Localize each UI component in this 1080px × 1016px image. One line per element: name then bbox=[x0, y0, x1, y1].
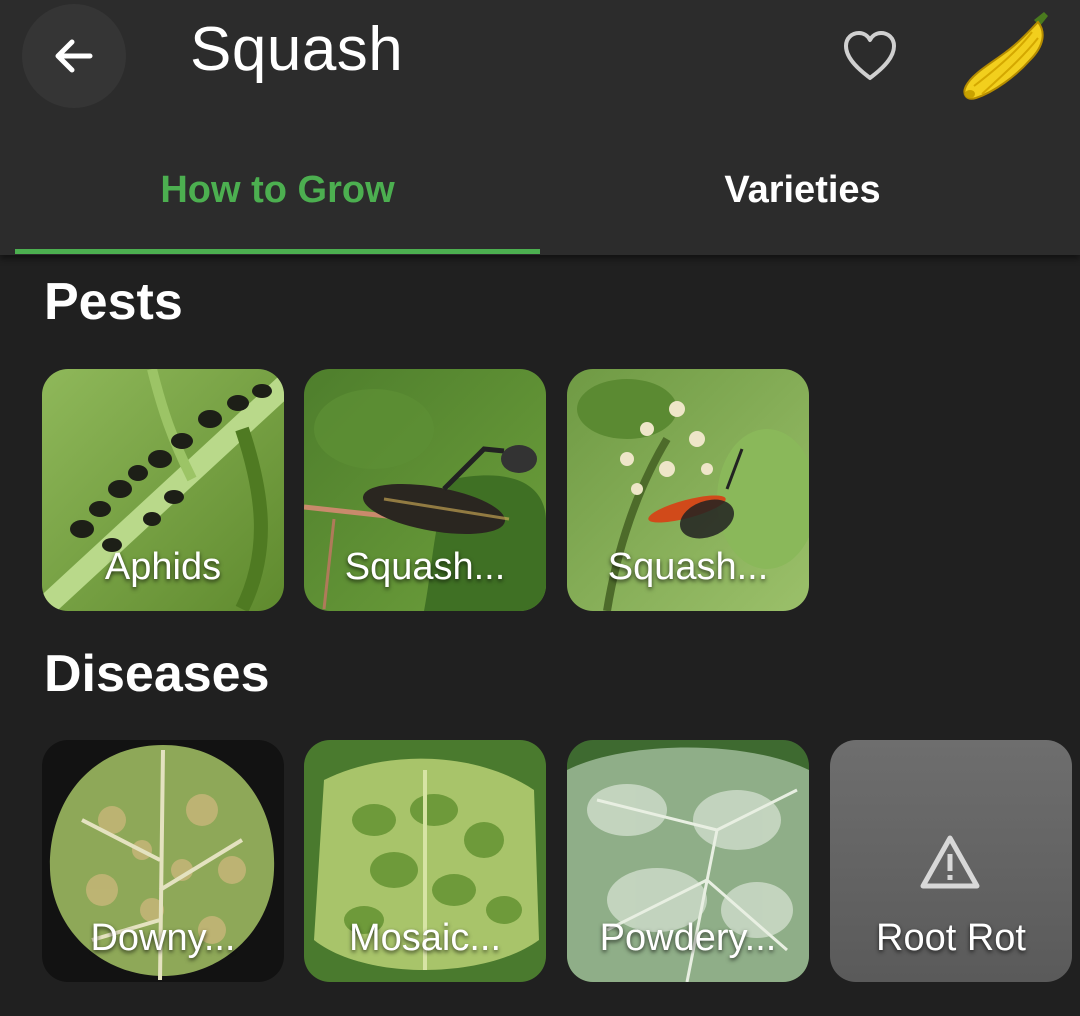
app-bar: Squash How to Grow Varieties bbox=[0, 0, 1080, 255]
card-label: Aphids bbox=[104, 546, 222, 588]
diseases-section-title: Diseases bbox=[44, 645, 270, 703]
tab-indicator bbox=[15, 249, 540, 254]
card-label: Powdery... bbox=[599, 917, 777, 959]
disease-card-root-rot[interactable]: Root Rot bbox=[830, 740, 1072, 982]
pest-card-squash-vine-borer[interactable]: Squash... bbox=[567, 369, 809, 611]
card-label: Squash... bbox=[344, 546, 506, 588]
pests-section-title: Pests bbox=[44, 273, 183, 331]
favorite-button[interactable] bbox=[838, 24, 902, 88]
disease-card-powdery-mildew[interactable]: Powdery... bbox=[567, 740, 809, 982]
heart-outline-icon bbox=[844, 31, 896, 80]
card-label: Mosaic... bbox=[348, 917, 502, 959]
arrow-left-icon bbox=[55, 39, 93, 73]
card-label: Downy... bbox=[90, 917, 236, 959]
tab-how-to-grow[interactable]: How to Grow bbox=[15, 160, 540, 220]
pest-card-squash-bug[interactable]: Squash... bbox=[304, 369, 546, 611]
page-title: Squash bbox=[190, 15, 404, 84]
back-button[interactable] bbox=[22, 4, 126, 108]
disease-card-mosaic-virus[interactable]: Mosaic... bbox=[304, 740, 546, 982]
warning-icon bbox=[920, 835, 980, 889]
pest-card-aphids[interactable]: Aphids bbox=[42, 369, 284, 611]
disease-card-downy-mildew[interactable]: Downy... bbox=[42, 740, 284, 982]
card-label: Squash... bbox=[607, 546, 769, 588]
tab-varieties[interactable]: Varieties bbox=[540, 160, 1065, 220]
card-label: Root Rot bbox=[876, 917, 1026, 959]
squash-plant-image bbox=[963, 12, 1048, 100]
